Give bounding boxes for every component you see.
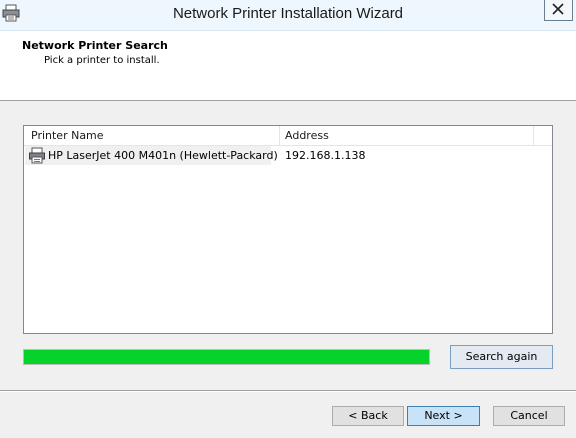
- list-header: Printer Name Address: [24, 126, 552, 146]
- printer-name: HP LaserJet 400 M401n (Hewlett-Packard): [48, 149, 278, 162]
- search-again-button[interactable]: Search again: [450, 345, 553, 369]
- column-header-address[interactable]: Address: [280, 126, 534, 145]
- printer-address: 192.168.1.138: [285, 149, 366, 162]
- page-title: Network Printer Search: [22, 39, 168, 52]
- column-header-printer-name[interactable]: Printer Name: [24, 126, 280, 145]
- printer-icon: [29, 147, 45, 164]
- next-button[interactable]: Next >: [407, 406, 480, 426]
- back-button[interactable]: < Back: [332, 406, 404, 426]
- search-progress-bar: [23, 349, 430, 365]
- close-button[interactable]: [544, 0, 573, 21]
- list-item[interactable]: HP LaserJet 400 M401n (Hewlett-Packard) …: [25, 146, 551, 165]
- cancel-button[interactable]: Cancel: [493, 406, 565, 426]
- page-subtitle: Pick a printer to install.: [44, 55, 160, 66]
- title-bar: Network Printer Installation Wizard: [0, 0, 576, 31]
- window-title: Network Printer Installation Wizard: [172, 5, 404, 22]
- printer-name-cell: HP LaserJet 400 M401n (Hewlett-Packard): [25, 146, 278, 165]
- progress-fill: [24, 350, 429, 364]
- divider-highlight: [0, 391, 576, 392]
- printer-list[interactable]: Printer Name Address HP LaserJet 400 M40…: [23, 125, 553, 334]
- wizard-header: Network Printer Search Pick a printer to…: [0, 31, 576, 101]
